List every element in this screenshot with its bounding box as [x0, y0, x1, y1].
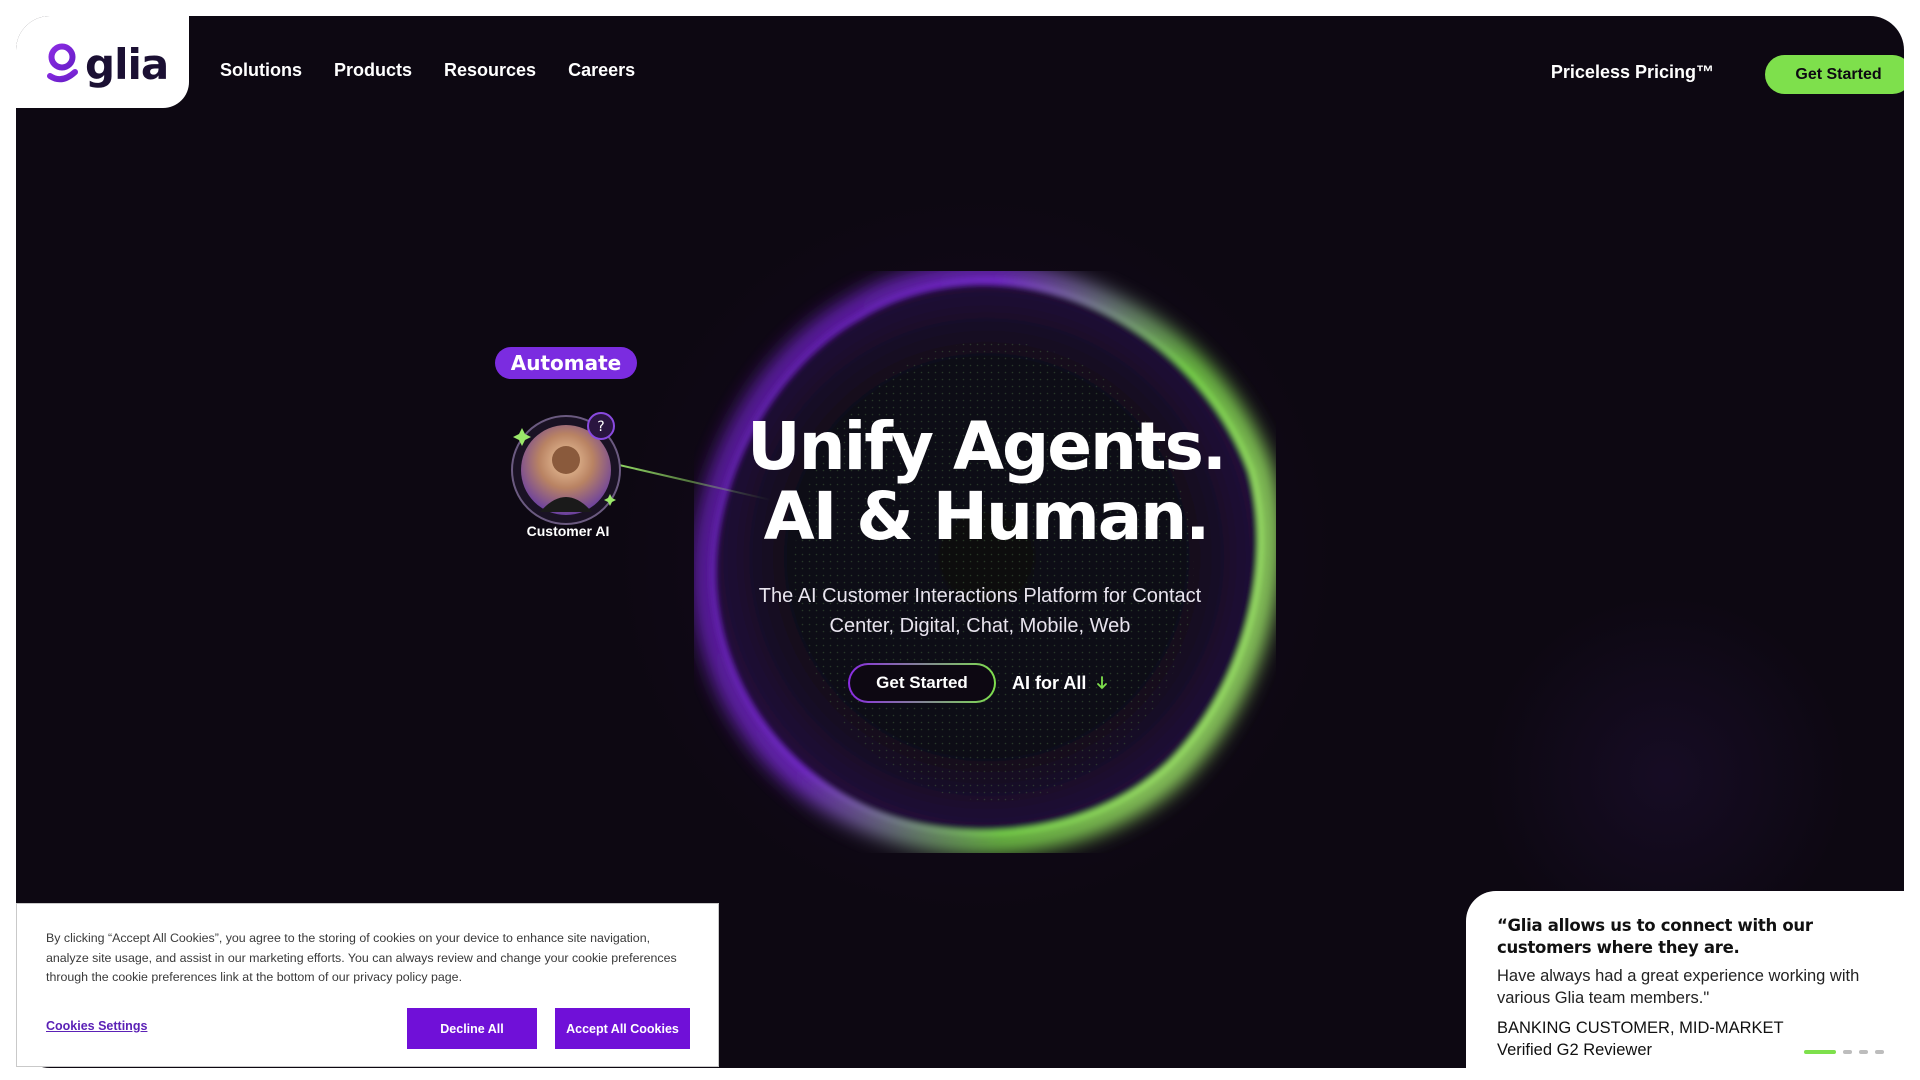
pricing-link[interactable]: Priceless Pricing™: [1551, 62, 1714, 83]
arrow-down-icon: [1097, 676, 1108, 690]
nav-item-products[interactable]: Products: [334, 60, 412, 81]
hero-cta-row: Get Started AI for All: [848, 663, 1108, 703]
carousel-dot[interactable]: [1804, 1050, 1836, 1054]
cookies-settings-link[interactable]: Cookies Settings: [46, 1019, 147, 1033]
testimonial-author: BANKING CUSTOMER, MID-MARKET: [1497, 1019, 1784, 1037]
testimonial-body: Have always had a great experience worki…: [1497, 967, 1860, 1007]
customer-ai-label: Customer AI: [526, 523, 610, 539]
connector-line: [606, 461, 772, 501]
carousel-dot[interactable]: [1843, 1050, 1852, 1054]
headline-line-1: Unify Agents.: [747, 408, 1227, 485]
hero-subtitle: The AI Customer Interactions Platform fo…: [758, 585, 1202, 637]
orb-graphic: [694, 271, 1276, 853]
nav-item-solutions[interactable]: Solutions: [220, 60, 302, 81]
headline-line-2: AI & Human.: [763, 478, 1211, 555]
automate-badge: Automate: [495, 347, 637, 379]
nav-item-careers[interactable]: Careers: [568, 60, 635, 81]
hero-get-started-button[interactable]: Get Started: [848, 663, 996, 703]
cookie-banner: By clicking “Accept All Cookies”, you ag…: [16, 903, 719, 1067]
hero-headline: Unify Agents. AI & Human.: [716, 412, 1256, 552]
decline-all-button[interactable]: Decline All: [407, 1008, 537, 1049]
svg-text:?: ?: [597, 419, 604, 435]
logo-wordmark: glia: [85, 40, 169, 89]
carousel-dots: [1804, 1050, 1884, 1054]
customer-ai-avatar: ?: [510, 412, 626, 528]
ai-orb: [694, 271, 1276, 853]
carousel-dot[interactable]: [1859, 1050, 1868, 1054]
ai-for-all-label: AI for All: [1012, 672, 1087, 693]
carousel-dot[interactable]: [1875, 1050, 1884, 1054]
avatar: ?: [511, 412, 621, 525]
testimonial-quote: “Glia allows us to connect with our cust…: [1497, 916, 1813, 957]
main-nav: Solutions Products Resources Careers: [220, 60, 635, 81]
ai-for-all-link[interactable]: AI for All: [1012, 673, 1108, 694]
testimonial-source: Verified G2 Reviewer: [1497, 1041, 1652, 1059]
testimonial-card: “Glia allows us to connect with our cust…: [1466, 891, 1920, 1080]
accept-all-cookies-button[interactable]: Accept All Cookies: [555, 1008, 690, 1049]
glia-logo[interactable]: glia: [46, 40, 169, 89]
glia-logo-icon: [47, 43, 78, 83]
nav-get-started-button[interactable]: Get Started: [1765, 55, 1904, 94]
nav-item-resources[interactable]: Resources: [444, 60, 536, 81]
cookie-consent-text: By clicking “Accept All Cookies”, you ag…: [46, 931, 677, 984]
logo-tab: glia: [16, 16, 189, 108]
